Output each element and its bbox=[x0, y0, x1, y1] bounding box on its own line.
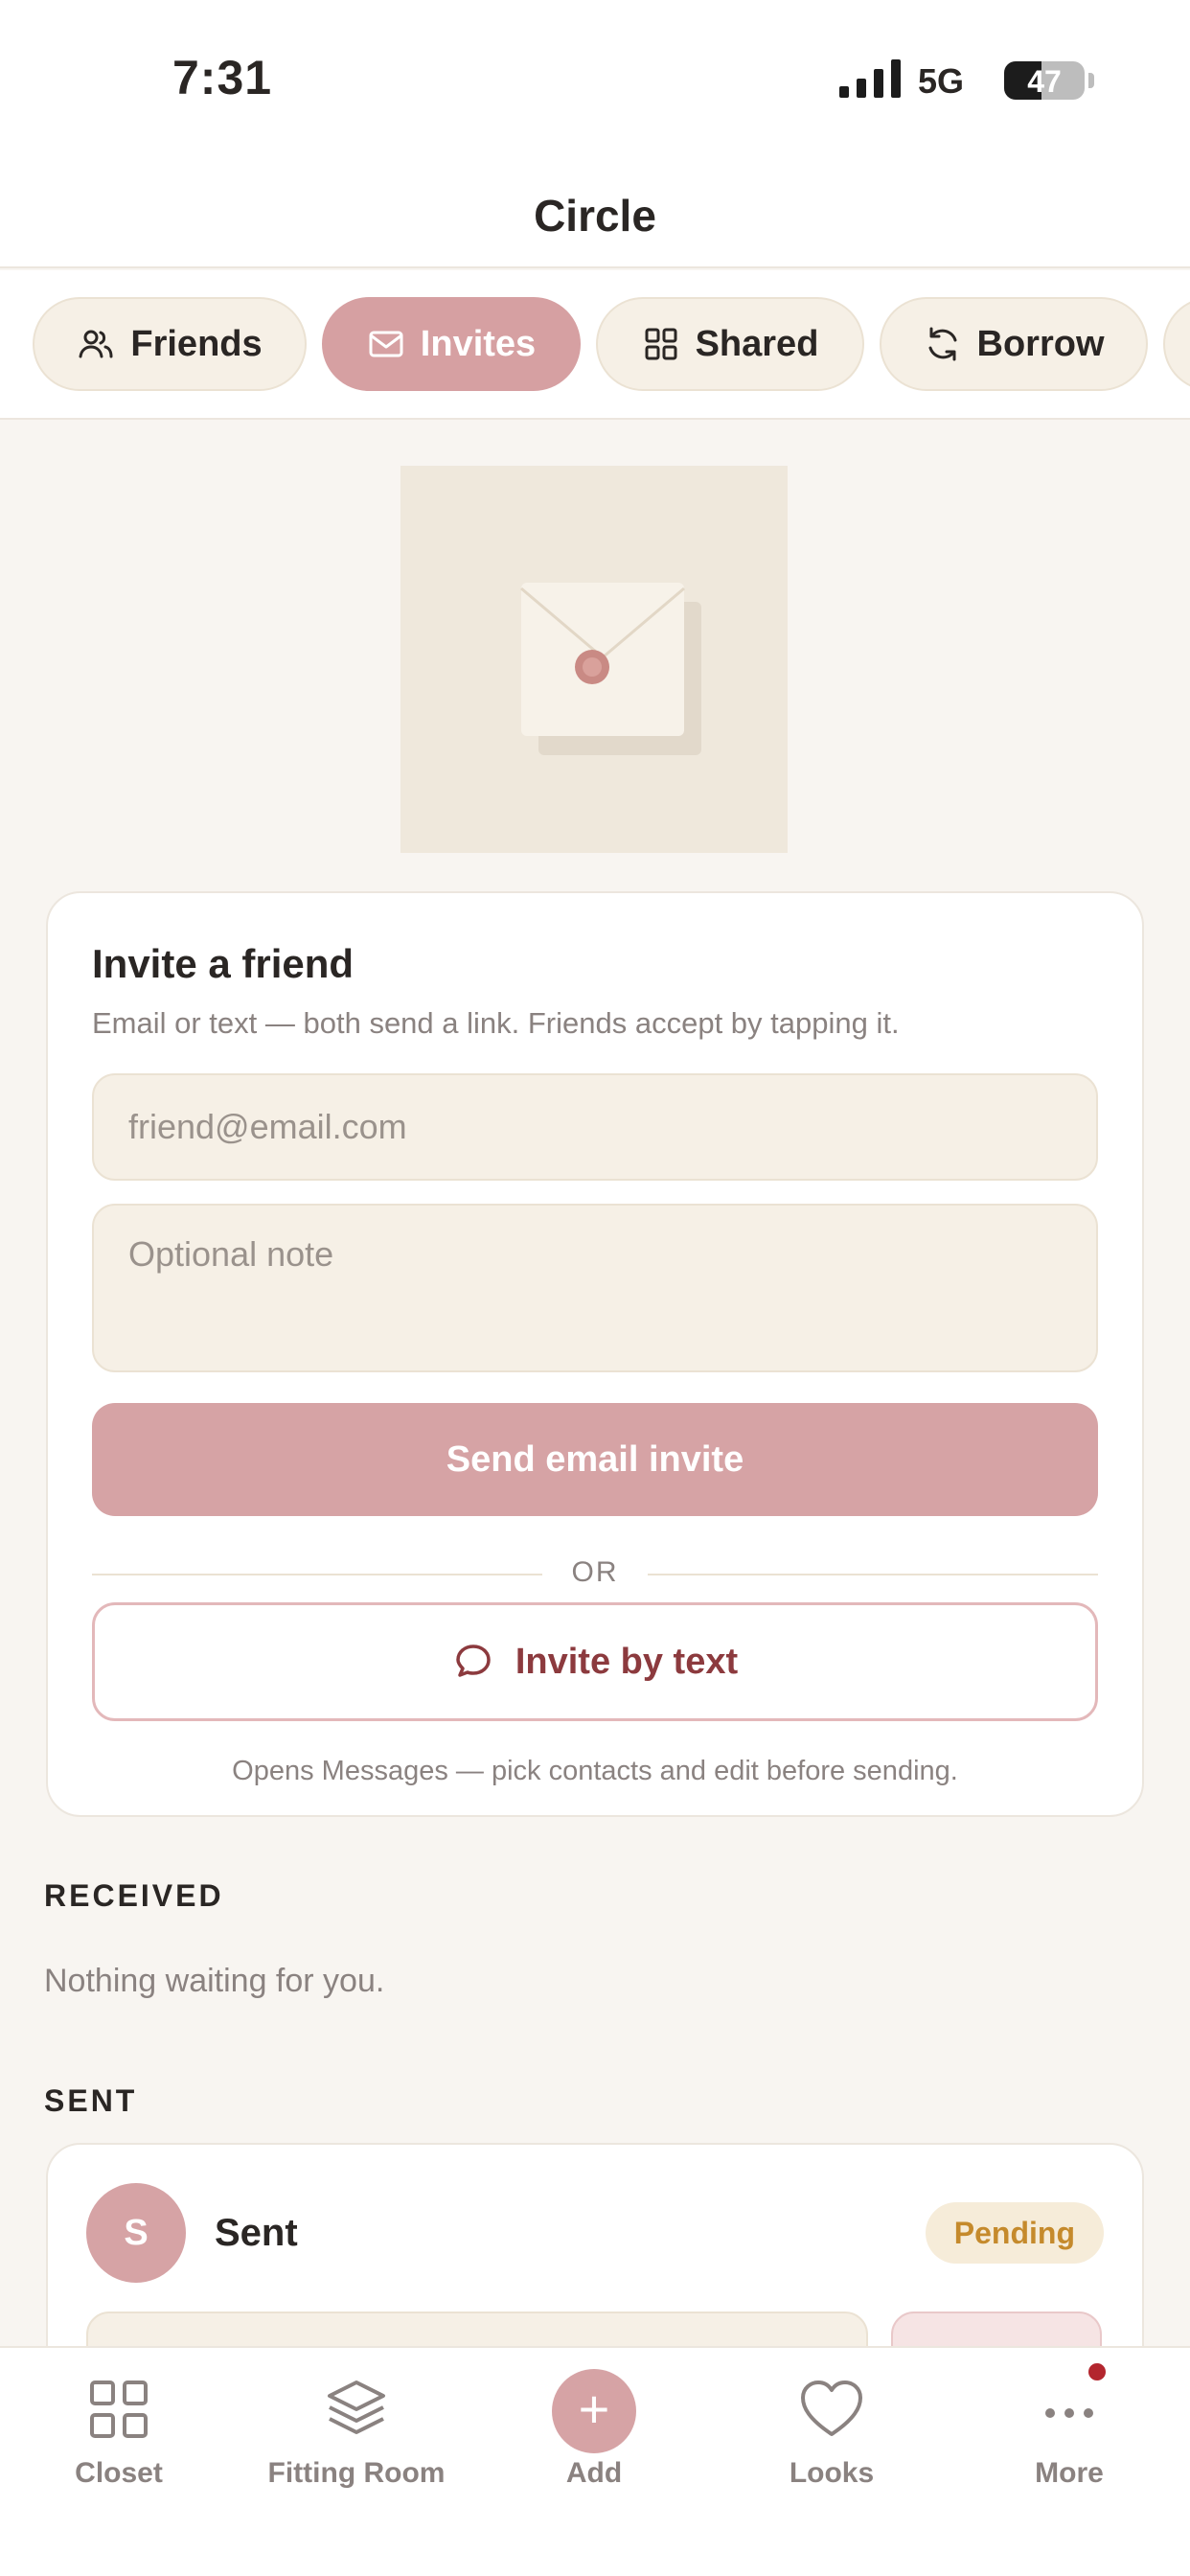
heart-icon bbox=[801, 2380, 862, 2436]
invite-by-text-button[interactable]: Invite by text bbox=[92, 1602, 1098, 1721]
status-time: 7:31 bbox=[172, 51, 273, 104]
envelope-illustration bbox=[400, 466, 788, 853]
refresh-icon bbox=[928, 327, 956, 361]
sent-invite-name: Sent bbox=[215, 2212, 298, 2254]
received-empty-text: Nothing waiting for you. bbox=[44, 1963, 385, 1999]
nav-fitting-room-label: Fitting Room bbox=[267, 2457, 446, 2489]
envelope-icon bbox=[520, 583, 701, 755]
invite-hint: Opens Messages — pick contacts and edit … bbox=[232, 1756, 958, 1786]
nav-add-label: Add bbox=[565, 2457, 623, 2489]
network-type: 5G bbox=[918, 61, 965, 101]
page-header: Circle bbox=[0, 163, 1190, 268]
people-icon bbox=[79, 330, 113, 358]
tab-shared[interactable]: Shared bbox=[596, 297, 864, 391]
note-field[interactable]: Optional note bbox=[92, 1204, 1098, 1372]
nav-looks[interactable]: Looks bbox=[713, 2367, 950, 2520]
notification-dot bbox=[1088, 2363, 1106, 2380]
mail-icon bbox=[369, 331, 403, 357]
tab-shared-label: Shared bbox=[695, 323, 819, 364]
nav-add[interactable]: + Add bbox=[475, 2367, 713, 2520]
tab-friends[interactable]: Friends bbox=[33, 297, 307, 391]
send-email-invite-button[interactable]: Send email invite bbox=[92, 1403, 1098, 1516]
tab-invites[interactable]: Invites bbox=[322, 297, 581, 391]
nav-closet[interactable]: Closet bbox=[0, 2367, 238, 2520]
invite-card: Invite a friend Email or text — both sen… bbox=[46, 891, 1144, 1817]
tab-borrow-label: Borrow bbox=[976, 323, 1105, 364]
or-label: OR bbox=[571, 1556, 619, 1588]
received-section-label: RECEIVED bbox=[44, 1878, 224, 1913]
invite-by-text-label: Invite by text bbox=[515, 1641, 739, 1682]
status-bar: 7:31 5G 47 bbox=[0, 0, 1190, 163]
tab-overflow[interactable] bbox=[1163, 297, 1190, 391]
battery-level: 47 bbox=[1027, 64, 1062, 99]
tab-invites-label: Invites bbox=[420, 323, 537, 364]
grid-icon bbox=[90, 2380, 148, 2438]
invite-title: Invite a friend bbox=[92, 941, 355, 986]
bottom-nav: Closet Fitting Room + Add Looks More bbox=[0, 2346, 1190, 2576]
tab-borrow[interactable]: Borrow bbox=[880, 297, 1148, 391]
nav-more-label: More bbox=[1035, 2457, 1104, 2489]
grid-icon bbox=[645, 328, 677, 360]
nav-fitting-room[interactable]: Fitting Room bbox=[238, 2367, 475, 2520]
nav-more[interactable]: More bbox=[950, 2367, 1188, 2520]
message-icon bbox=[456, 1644, 491, 1677]
nav-closet-label: Closet bbox=[75, 2457, 163, 2489]
battery-icon: 47 bbox=[1004, 61, 1085, 100]
signal-icon bbox=[839, 59, 901, 98]
nav-looks-label: Looks bbox=[789, 2457, 875, 2489]
email-field[interactable]: friend@email.com bbox=[92, 1073, 1098, 1181]
avatar: S bbox=[86, 2183, 186, 2283]
page-title: Circle bbox=[534, 191, 656, 241]
tab-bar: Friends Invites Shared Borrow bbox=[0, 270, 1190, 420]
sent-section-label: SENT bbox=[44, 2083, 138, 2118]
or-divider: OR bbox=[92, 1554, 1098, 1593]
layers-icon bbox=[328, 2380, 385, 2434]
battery-tip bbox=[1088, 73, 1094, 88]
plus-icon: + bbox=[552, 2369, 636, 2453]
invite-subtitle: Email or text — both send a link. Friend… bbox=[92, 1006, 900, 1040]
tab-friends-label: Friends bbox=[130, 323, 263, 364]
ellipsis-icon bbox=[1045, 2408, 1093, 2418]
status-badge: Pending bbox=[925, 2202, 1104, 2264]
